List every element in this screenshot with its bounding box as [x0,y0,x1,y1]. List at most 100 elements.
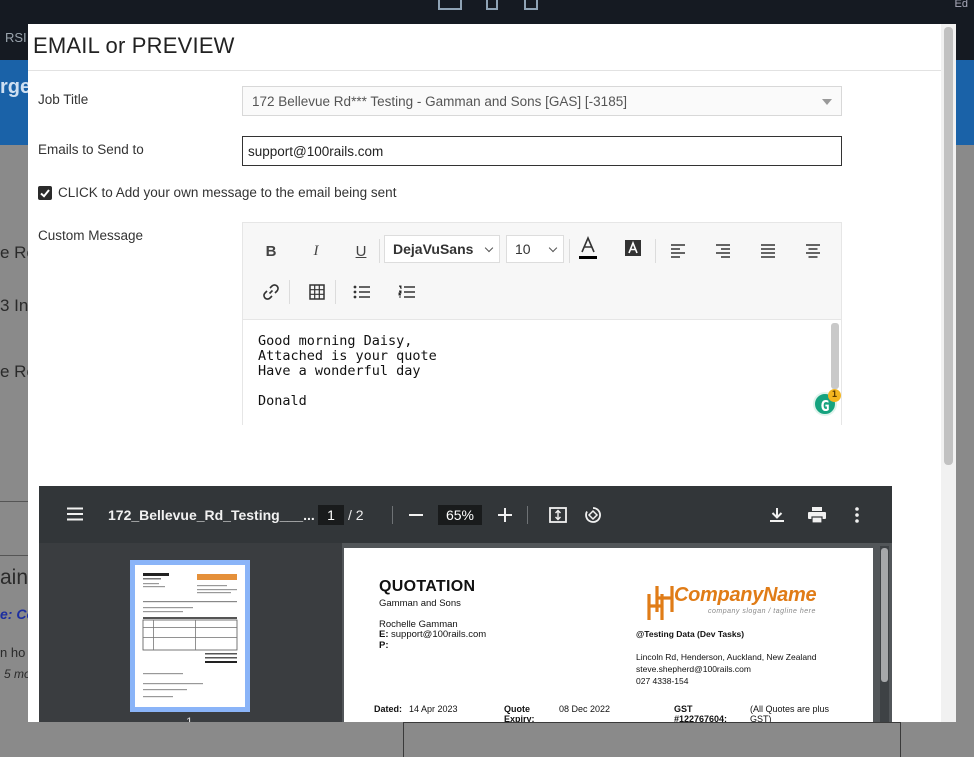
job-title-value: 172 Bellevue Rd*** Testing - Gamman and … [252,94,627,109]
align-left-icon[interactable] [665,238,691,264]
background-panel [403,722,901,757]
custom-message-label: Custom Message [38,228,144,243]
company-slogan: company slogan / tagline here [708,608,816,615]
company-logo-text: CompanyName [674,584,817,606]
zoom-in-icon[interactable] [492,502,518,528]
client-name: Gamman and Sons [379,598,461,609]
font-size-select[interactable]: 10 [506,235,564,263]
toolbar-divider [289,280,290,304]
desktop-view-icon [438,0,462,10]
modal-header: EMAIL or PREVIEW [28,24,941,71]
expiry-label: Quote [504,704,530,714]
font-family-value: DejaVuSans [393,241,474,257]
align-right-icon[interactable] [710,238,736,264]
job-title-label: Job Title [38,92,89,107]
chevron-down-icon [548,243,558,253]
gst-note-2: GST) [750,714,772,722]
company-logo-mark [647,586,674,620]
expiry-value: 08 Dec 2022 [559,704,611,714]
message-line: Donald [258,393,307,409]
custom-message-checkbox-label[interactable]: CLICK to Add your own message to the ema… [58,185,396,200]
pdf-scrollbar-thumb[interactable] [881,548,888,682]
underline-icon[interactable]: U [348,238,374,264]
dated-label: Dated: [374,704,403,714]
text-color-icon[interactable] [575,235,601,261]
tablet-view-icon [524,0,538,10]
pdf-viewer: 172_Bellevue_Rd_Testing___... 1 / 2 65% [39,486,892,722]
grammarly-letter: G [820,397,830,415]
toolbar-divider [379,239,380,263]
print-icon[interactable] [804,502,830,528]
toolbar-divider [392,506,393,524]
emails-value: support@100rails.com [248,144,384,159]
grammarly-count-badge: 1 [828,389,841,402]
link-icon[interactable] [258,279,284,305]
font-family-select[interactable]: DejaVuSans [384,235,500,263]
mobile-view-icon [486,0,498,10]
bullet-list-icon[interactable] [349,279,375,305]
email-preview-modal: EMAIL or PREVIEW Job Title 172 Bellevue … [28,24,956,722]
pdf-page-input[interactable]: 1 [318,505,344,525]
grammarly-icon[interactable]: G 1 [813,389,841,416]
thumbnail-page-number: 1 [186,715,193,722]
message-line [258,379,826,394]
message-line: Attached is your quote [258,348,437,364]
message-line: Have a wonderful day [258,363,421,379]
gst-note: (All Quotes are plus [750,704,830,714]
job-title-select[interactable]: 172 Bellevue Rd*** Testing - Gamman and … [242,86,842,116]
custom-message-checkbox[interactable] [38,186,52,200]
toolbar-divider [655,239,656,263]
quotation-heading: QUOTATION [379,578,476,595]
background-fragment: 3 In [0,296,29,315]
modal-scrollbar-thumb[interactable] [944,27,953,465]
message-scrollbar[interactable] [831,323,839,389]
checkmark-icon [40,189,50,198]
background-time: 5 mo [4,667,31,681]
background-section-title: ain [0,566,29,589]
table-icon[interactable] [304,279,330,305]
company-address: Lincoln Rd, Henderson, Auckland, New Zea… [636,652,817,662]
toolbar-divider [527,506,528,524]
rich-text-editor: B I U DejaVuSans 10 Good morning Daisy, … [242,222,842,425]
company-email: steve.shepherd@100rails.com [636,664,751,674]
pdf-scrollbar[interactable] [880,546,889,722]
emails-input[interactable]: support@100rails.com [242,136,842,166]
pdf-page-thumbnail[interactable] [130,560,250,712]
download-icon[interactable] [764,502,790,528]
menu-icon[interactable] [66,507,84,526]
background-edit-link: Ed [954,0,968,10]
rotate-icon[interactable] [580,502,606,528]
pdf-zoom-input[interactable]: 65% [438,505,482,525]
align-center-icon[interactable] [800,238,826,264]
zoom-out-icon[interactable] [403,502,429,528]
fit-page-icon[interactable] [545,502,571,528]
message-line: Good morning Daisy, [258,333,413,349]
background-divider [0,555,28,556]
thumbnail-page-preview [135,565,245,707]
dated-value: 14 Apr 2023 [409,704,458,714]
background-text: n ho [0,645,26,660]
background-divider [0,501,28,502]
phone-label: P: [379,640,389,651]
highlight-icon[interactable] [620,235,646,261]
company-phone: 027 4338-154 [636,676,689,686]
numbered-list-icon[interactable] [394,279,420,305]
bold-icon[interactable]: B [258,238,284,264]
modal-title: EMAIL or PREVIEW [33,33,235,58]
italic-icon[interactable]: I [303,238,329,264]
gst-number: #122767604: [674,714,728,722]
toolbar-divider [569,239,570,263]
toolbar-divider [335,280,336,304]
justify-icon[interactable] [755,238,781,264]
font-size-value: 10 [515,241,531,257]
caret-down-icon [822,99,832,105]
more-options-icon[interactable] [844,502,870,528]
company-logo: CompanyName company slogan / tagline her… [646,584,836,624]
pdf-thumbnail-sidebar: 1 [39,543,342,722]
modal-scrollbar[interactable] [941,24,956,722]
expiry-label-2: Expiry: [504,714,535,722]
editor-toolbar: B I U DejaVuSans 10 [243,223,841,319]
gst-label: GST [674,704,693,714]
company-testing: @Testing Data (Dev Tasks) [636,629,745,639]
message-body[interactable]: Good morning Daisy, Attached is your quo… [243,319,841,425]
